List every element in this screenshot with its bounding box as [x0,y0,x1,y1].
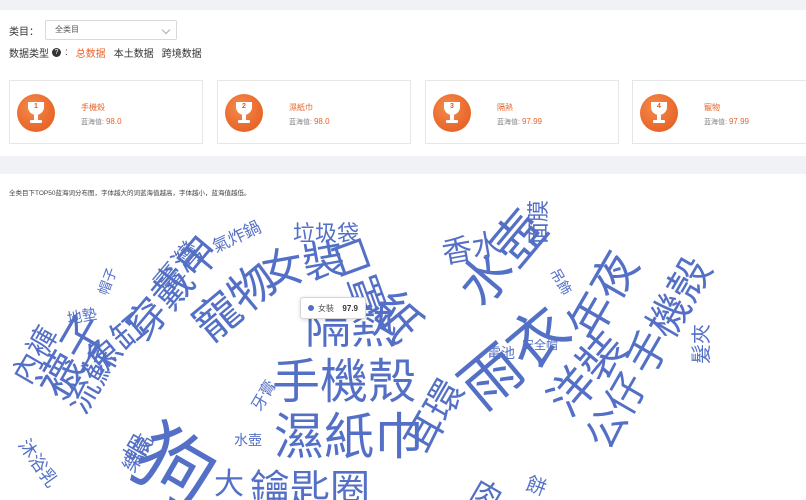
category-select-value: 全类目 [55,25,79,34]
top-card-name: 寵物 [704,103,720,112]
top-card-4[interactable]: 4 寵物 蓝海值: 97.99 [632,80,806,144]
tooltip-name: 女裝 [318,303,334,313]
data-type-colon: : [65,47,68,58]
category-filter: 类目： 全类目 [9,20,177,40]
category-select[interactable]: 全类目 [45,20,177,40]
trophy-icon: 3 [433,94,471,132]
word-cloud-description: 全类目下TOP50蓝海词分布图，字体越大的词蓝海值越高，字体越小，蓝海值越低。 [9,190,251,197]
data-type-label: 数据类型 [9,49,49,60]
top-card-1[interactable]: 1 手機殼 蓝海值: 98.0 [9,80,203,144]
word-cloud-word[interactable]: 髮夾 [691,324,713,364]
trophy-icon: 1 [17,94,55,132]
word-cloud-word[interactable]: 肉 [465,474,507,500]
tooltip-value: 97.9 [342,303,358,313]
word-cloud-word[interactable]: 鑰匙圈 [250,470,370,500]
word-cloud-word[interactable]: 沐浴乳 [14,435,61,491]
top-card-2[interactable]: 2 濕紙巾 蓝海值: 98.0 [217,80,411,144]
top-card-score: 蓝海值: 97.99 [704,117,749,126]
data-type-filter: 数据类型 ? : 总数据 本土数据 跨境数据 [9,45,202,60]
word-cloud: 垃圾袋 氣炸鍋 女裝 口罩 香水 面膜 帽子 臺灣 穿戴甲紙吊飾 流蘇 地墊 魚缸 寵物 隔熱 水壺 安全帽電… [0,174,806,500]
word-cloud-word[interactable]: 餅 [523,473,549,500]
word-cloud-word[interactable]: 吊飾 [547,266,575,298]
data-type-option-total[interactable]: 总数据 [76,45,106,60]
top-card-name: 手機殼 [81,103,105,112]
category-label: 类目： [9,26,39,38]
word-cloud-panel: 垃圾袋 氣炸鍋 女裝 口罩 香水 面膜 帽子 臺灣 穿戴甲紙吊飾 流蘇 地墊 魚缸 寵物 隔熱 水壺 安全帽電… [0,174,806,500]
chevron-down-icon [161,25,171,35]
top-card-score: 蓝海值: 98.0 [81,117,122,126]
word-tooltip: 女裝 97.9 [300,297,366,319]
top-card-name: 隔熱 [497,103,513,112]
word-cloud-word[interactable]: 大 [214,470,244,500]
series-dot-icon [308,305,314,311]
top-card-score: 蓝海值: 97.99 [497,117,542,126]
help-icon[interactable]: ? [52,48,61,57]
data-type-option-crossborder[interactable]: 跨境数据 [162,45,202,60]
top-card-3[interactable]: 3 隔熱 蓝海值: 97.99 [425,80,619,144]
top-band [0,0,806,10]
word-cloud-word[interactable]: 帽子 [95,265,120,297]
top-card-name: 濕紙巾 [289,103,313,112]
trophy-icon: 4 [640,94,678,132]
word-cloud-word[interactable]: 手機殼 [272,359,416,407]
trophy-icon: 2 [225,94,263,132]
top-card-score: 蓝海值: 98.0 [289,117,330,126]
word-cloud-word[interactable]: 水壺 [234,433,262,447]
data-type-option-local[interactable]: 本土数据 [114,45,154,60]
